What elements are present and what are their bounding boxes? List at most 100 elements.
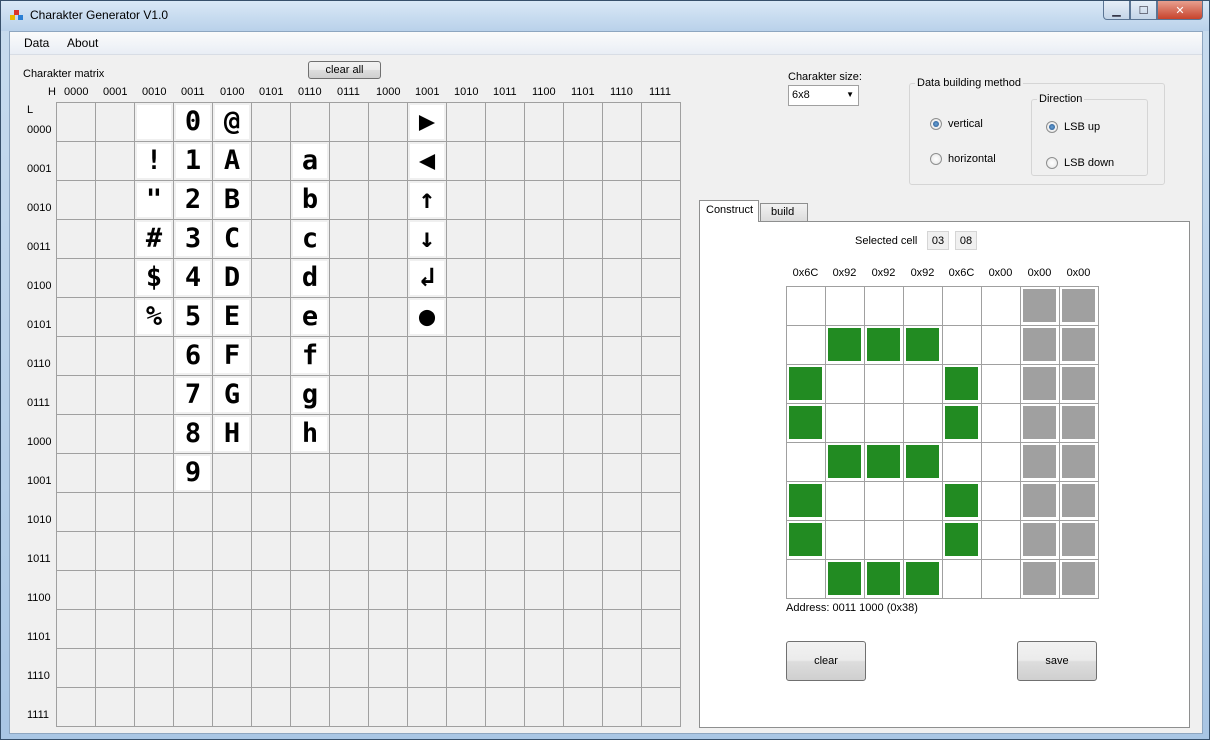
matrix-cell[interactable]: ↓ <box>408 220 447 259</box>
matrix-cell[interactable] <box>603 454 642 493</box>
matrix-cell[interactable]: 7 <box>174 376 213 415</box>
matrix-cell[interactable] <box>330 649 369 688</box>
matrix-cell[interactable] <box>486 571 525 610</box>
matrix-cell[interactable] <box>252 532 291 571</box>
matrix-cell[interactable] <box>330 415 369 454</box>
matrix-cell[interactable]: $ <box>135 259 174 298</box>
save-button[interactable]: save <box>1017 641 1097 681</box>
matrix-cell[interactable]: % <box>135 298 174 337</box>
pixel-cell[interactable] <box>943 482 982 521</box>
matrix-cell[interactable] <box>486 610 525 649</box>
matrix-cell[interactable] <box>213 493 252 532</box>
minimize-button[interactable]: ▁ <box>1103 1 1130 20</box>
pixel-cell[interactable] <box>904 560 943 599</box>
pixel-cell[interactable] <box>865 326 904 365</box>
matrix-cell[interactable] <box>174 571 213 610</box>
matrix-cell[interactable]: d <box>291 259 330 298</box>
matrix-cell[interactable] <box>135 103 174 142</box>
matrix-cell[interactable]: ↑ <box>408 181 447 220</box>
matrix-cell[interactable] <box>525 181 564 220</box>
matrix-cell[interactable]: B <box>213 181 252 220</box>
matrix-cell[interactable] <box>642 610 681 649</box>
matrix-cell[interactable] <box>447 181 486 220</box>
matrix-cell[interactable]: G <box>213 376 252 415</box>
matrix-cell[interactable] <box>57 181 96 220</box>
matrix-cell[interactable] <box>447 532 486 571</box>
radio-lsb-up[interactable]: LSB up <box>1046 121 1100 133</box>
matrix-cell[interactable] <box>291 103 330 142</box>
matrix-cell[interactable] <box>252 142 291 181</box>
matrix-cell[interactable] <box>603 142 642 181</box>
matrix-cell[interactable] <box>525 376 564 415</box>
matrix-cell[interactable] <box>252 220 291 259</box>
matrix-cell[interactable] <box>96 220 135 259</box>
matrix-cell[interactable] <box>525 688 564 727</box>
matrix-cell[interactable] <box>486 415 525 454</box>
matrix-cell[interactable] <box>96 415 135 454</box>
matrix-cell[interactable] <box>252 337 291 376</box>
matrix-cell[interactable] <box>57 454 96 493</box>
matrix-cell[interactable] <box>135 649 174 688</box>
pixel-cell[interactable] <box>865 521 904 560</box>
matrix-cell[interactable]: ▶ <box>408 103 447 142</box>
matrix-cell[interactable] <box>642 649 681 688</box>
matrix-cell[interactable]: @ <box>213 103 252 142</box>
matrix-cell[interactable] <box>96 532 135 571</box>
matrix-cell[interactable] <box>408 649 447 688</box>
matrix-cell[interactable] <box>369 415 408 454</box>
matrix-cell[interactable] <box>447 415 486 454</box>
matrix-cell[interactable] <box>642 571 681 610</box>
pixel-cell[interactable] <box>943 404 982 443</box>
pixel-cell[interactable] <box>982 365 1021 404</box>
matrix-cell[interactable] <box>486 337 525 376</box>
pixel-cell[interactable] <box>982 482 1021 521</box>
matrix-cell[interactable] <box>447 649 486 688</box>
matrix-cell[interactable] <box>642 142 681 181</box>
matrix-cell[interactable] <box>57 610 96 649</box>
matrix-cell[interactable] <box>525 454 564 493</box>
matrix-cell[interactable] <box>564 532 603 571</box>
title-bar[interactable]: Charakter Generator V1.0 ▁ ☐ ✕ <box>1 1 1209 31</box>
pixel-cell[interactable] <box>865 404 904 443</box>
pixel-cell[interactable] <box>865 287 904 326</box>
matrix-cell[interactable] <box>642 103 681 142</box>
matrix-cell[interactable] <box>642 298 681 337</box>
matrix-cell[interactable] <box>213 649 252 688</box>
matrix-cell[interactable] <box>525 571 564 610</box>
matrix-cell[interactable] <box>369 571 408 610</box>
matrix-cell[interactable] <box>96 688 135 727</box>
matrix-cell[interactable] <box>603 337 642 376</box>
matrix-cell[interactable]: H <box>213 415 252 454</box>
matrix-cell[interactable] <box>57 142 96 181</box>
pixel-cell[interactable] <box>787 365 826 404</box>
matrix-cell[interactable] <box>330 532 369 571</box>
matrix-cell[interactable] <box>486 454 525 493</box>
matrix-cell[interactable] <box>96 103 135 142</box>
matrix-cell[interactable] <box>564 454 603 493</box>
matrix-cell[interactable] <box>525 532 564 571</box>
pixel-cell[interactable] <box>826 482 865 521</box>
matrix-cell[interactable] <box>486 259 525 298</box>
matrix-cell[interactable] <box>57 688 96 727</box>
matrix-cell[interactable] <box>369 298 408 337</box>
pixel-cell[interactable] <box>982 443 1021 482</box>
matrix-cell[interactable] <box>642 259 681 298</box>
pixel-cell[interactable] <box>904 287 943 326</box>
matrix-cell[interactable] <box>642 220 681 259</box>
pixel-cell[interactable] <box>826 365 865 404</box>
matrix-cell[interactable]: ● <box>408 298 447 337</box>
matrix-cell[interactable] <box>57 259 96 298</box>
matrix-cell[interactable] <box>447 103 486 142</box>
matrix-cell[interactable] <box>369 259 408 298</box>
pixel-cell[interactable] <box>904 365 943 404</box>
matrix-cell[interactable] <box>291 688 330 727</box>
matrix-cell[interactable] <box>447 337 486 376</box>
matrix-cell[interactable] <box>486 103 525 142</box>
pixel-cell[interactable] <box>982 560 1021 599</box>
matrix-cell[interactable] <box>369 103 408 142</box>
size-select[interactable]: 6x8 ▼ <box>788 85 859 106</box>
matrix-cell[interactable] <box>291 610 330 649</box>
matrix-cell[interactable] <box>57 220 96 259</box>
matrix-cell[interactable] <box>369 532 408 571</box>
matrix-cell[interactable]: g <box>291 376 330 415</box>
